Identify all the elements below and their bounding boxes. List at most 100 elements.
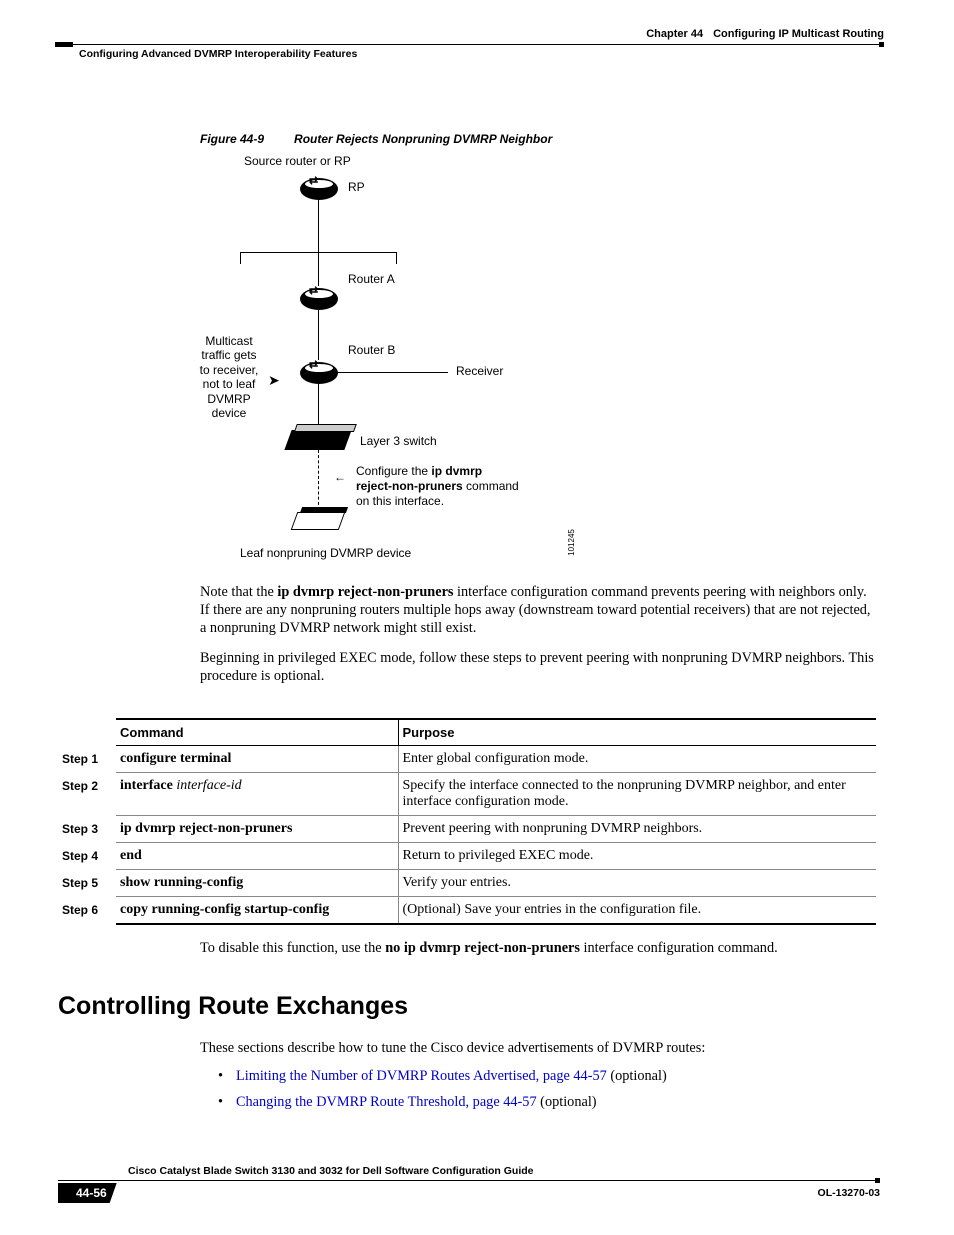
figure-title-text: Router Rejects Nonpruning DVMRP Neighbor: [294, 132, 552, 146]
cmd-italic: interface-id: [176, 778, 241, 793]
step-label: Step 4: [58, 843, 116, 870]
paragraph-2: Beginning in privileged EXEC mode, follo…: [200, 650, 876, 686]
step-label: Step 2: [58, 773, 116, 816]
table-row: Step 6 copy running-config startup-confi…: [58, 897, 876, 925]
fig-dashed-line: [318, 450, 319, 510]
table-row: Step 1 configure terminal Enter global c…: [58, 746, 876, 773]
cmd-cell: ip dvmrp reject-non-pruners: [116, 816, 398, 843]
purpose-cell: Specify the interface connected to the n…: [398, 773, 876, 816]
cmd-bold: ip dvmrp reject-non-pruners: [120, 821, 292, 836]
list-item: Limiting the Number of DVMRP Routes Adve…: [218, 1068, 876, 1085]
fig-routerb-label: Router B: [348, 343, 395, 357]
list-item: Changing the DVMRP Route Threshold, page…: [218, 1094, 876, 1111]
para3-bold: no ip dvmrp reject-non-pruners: [385, 940, 580, 956]
cmd-cell: copy running-config startup-config: [116, 897, 398, 925]
table-row: Step 2 interface interface-id Specify th…: [58, 773, 876, 816]
fig-left-note-l2: traffic gets: [201, 348, 256, 362]
para3-post: interface configuration command.: [580, 940, 778, 956]
chapter-title: Configuring IP Multicast Routing: [713, 28, 884, 40]
list-item-post: (optional): [537, 1094, 597, 1110]
fig-line: [318, 200, 319, 252]
cmd-bold: copy running-config startup-config: [120, 902, 329, 917]
page-header: Configuring Advanced DVMRP Interoperabil…: [55, 28, 884, 40]
link-limiting-routes[interactable]: Limiting the Number of DVMRP Routes Adve…: [236, 1068, 607, 1084]
th-purpose: Purpose: [398, 719, 876, 746]
link-route-threshold[interactable]: Changing the DVMRP Route Threshold, page…: [236, 1094, 537, 1110]
purpose-cell: Prevent peering with nonpruning DVMRP ne…: [398, 816, 876, 843]
fig-imgid: 101245: [567, 529, 576, 556]
th-command: Command: [116, 719, 398, 746]
fig-line: [338, 372, 448, 373]
fig-cfg-l3: on this interface.: [356, 494, 444, 508]
fig-left-note-l4: not to leaf: [203, 377, 256, 391]
cmd-cell: show running-config: [116, 870, 398, 897]
fig-cfg-b2: reject-non-pruners: [356, 479, 463, 493]
purpose-cell: (Optional) Save your entries in the conf…: [398, 897, 876, 925]
fig-left-note: Multicast traffic gets to receiver, not …: [194, 334, 264, 420]
fig-source-label: Source router or RP: [244, 154, 351, 168]
fig-line: [240, 252, 241, 264]
fig-left-note-l5: DVMRP: [207, 392, 250, 406]
bullet-list: Limiting the Number of DVMRP Routes Adve…: [218, 1068, 876, 1120]
step-label: Step 5: [58, 870, 116, 897]
figure-caption: Figure 44-9 Router Rejects Nonpruning DVM…: [200, 132, 552, 146]
cmd-bold: interface: [120, 778, 176, 793]
chapter-num: Chapter 44: [646, 28, 703, 40]
fig-rp-label: RP: [348, 180, 365, 194]
para3-pre: To disable this function, use the: [200, 940, 385, 956]
figure-diagram: Source router or RP RP Router A Router B…: [200, 150, 700, 570]
doc-id: OL-13270-03: [818, 1187, 880, 1199]
table-row: Step 3 ip dvmrp reject-non-pruners Preve…: [58, 816, 876, 843]
fig-left-note-l6: device: [212, 406, 247, 420]
header-rule: [55, 44, 884, 45]
table-body: Step 1 configure terminal Enter global c…: [58, 746, 876, 925]
arrow-icon: ←: [334, 470, 346, 484]
rp-router-icon: [300, 178, 338, 200]
fig-config-note: Configure the ip dvmrp reject-non-pruner…: [356, 464, 556, 509]
layer3-switch-icon: [284, 430, 351, 450]
leaf-device-icon: [291, 512, 346, 530]
fig-l3-label: Layer 3 switch: [360, 434, 437, 448]
paragraph-4: These sections describe how to tune the …: [200, 1040, 876, 1058]
cmd-bold: configure terminal: [120, 751, 231, 766]
fig-left-note-l3: to receiver,: [200, 363, 259, 377]
fig-left-note-l1: Multicast: [205, 334, 252, 348]
purpose-cell: Enter global configuration mode.: [398, 746, 876, 773]
router-b-icon: [300, 362, 338, 384]
th-blank: [58, 719, 116, 746]
router-a-icon: [300, 288, 338, 310]
footer-rule: [58, 1180, 880, 1181]
purpose-cell: Return to privileged EXEC mode.: [398, 843, 876, 870]
fig-line: [318, 310, 319, 360]
heading-controlling-route-exchanges: Controlling Route Exchanges: [58, 992, 408, 1021]
figure-label: Figure 44-9: [200, 132, 264, 146]
fig-cfg-post: command: [463, 479, 519, 493]
para1-bold: ip dvmrp reject-non-pruners: [277, 584, 453, 600]
cmd-cell: interface interface-id: [116, 773, 398, 816]
fig-receiver-label: Receiver: [456, 364, 503, 378]
step-label: Step 1: [58, 746, 116, 773]
list-item-post: (optional): [607, 1068, 667, 1084]
footer-guide-title: Cisco Catalyst Blade Switch 3130 and 303…: [128, 1165, 534, 1177]
table-row: Step 5 show running-config Verify your e…: [58, 870, 876, 897]
step-label: Step 3: [58, 816, 116, 843]
fig-line: [318, 252, 319, 286]
cmd-cell: configure terminal: [116, 746, 398, 773]
fig-routera-label: Router A: [348, 272, 395, 286]
purpose-cell: Verify your entries.: [398, 870, 876, 897]
cmd-bold: end: [120, 848, 142, 863]
cmd-cell: end: [116, 843, 398, 870]
fig-line: [396, 252, 397, 264]
fig-cfg-pre: Configure the: [356, 464, 431, 478]
paragraph-1: Note that the ip dvmrp reject-non-pruner…: [200, 584, 876, 638]
arrow-left-icon: ➤: [268, 372, 280, 389]
fig-cfg-b1: ip dvmrp: [431, 464, 482, 478]
table-row: Step 4 end Return to privileged EXEC mod…: [58, 843, 876, 870]
paragraph-3: To disable this function, use the no ip …: [200, 940, 876, 958]
section-title: Configuring Advanced DVMRP Interoperabil…: [79, 48, 357, 60]
fig-leaf-label: Leaf nonpruning DVMRP device: [240, 546, 411, 560]
para1-pre: Note that the: [200, 584, 277, 600]
steps-table-wrap: Command Purpose Step 1 configure termina…: [58, 718, 876, 925]
cmd-bold: show running-config: [120, 875, 243, 890]
page-number-badge: 44-56: [58, 1183, 117, 1203]
